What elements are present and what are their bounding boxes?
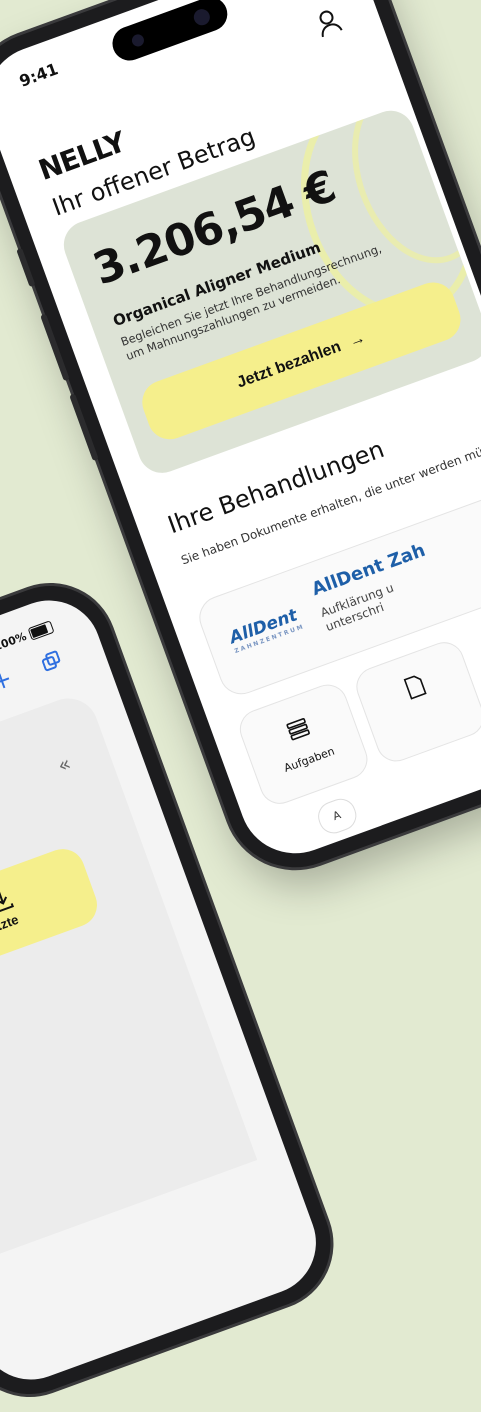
download-button-label: etzte	[0, 911, 21, 936]
status-time: 9:41	[16, 59, 61, 91]
tile-tasks-label: Aufgaben	[282, 744, 337, 775]
download-icon	[0, 891, 15, 914]
alldent-logo: AllDent ZAHNZENTRUM	[226, 605, 306, 655]
sensor-icon	[130, 32, 146, 49]
document-icon	[403, 675, 427, 700]
pay-now-label: Jetzt bezahlen	[234, 338, 344, 392]
mute-switch	[16, 247, 36, 288]
tile-documents-label	[372, 692, 475, 730]
battery-percent: 100%	[0, 629, 29, 654]
camera-icon	[191, 6, 213, 28]
tile-documents[interactable]	[350, 636, 481, 768]
tabs-icon[interactable]	[40, 650, 63, 673]
tasks-icon	[286, 718, 310, 741]
tile-tasks[interactable]: Aufgaben	[234, 679, 374, 810]
arrow-right-icon: →	[346, 329, 368, 351]
battery-icon	[27, 620, 55, 641]
profile-icon[interactable]	[312, 6, 343, 39]
dynamic-island	[107, 0, 233, 66]
open-amount-card: 3.206,54 € Organical Aligner Medium Begl…	[57, 104, 481, 480]
secondary-status-bar: 100%	[0, 620, 55, 654]
plus-icon[interactable]: +	[0, 664, 16, 697]
